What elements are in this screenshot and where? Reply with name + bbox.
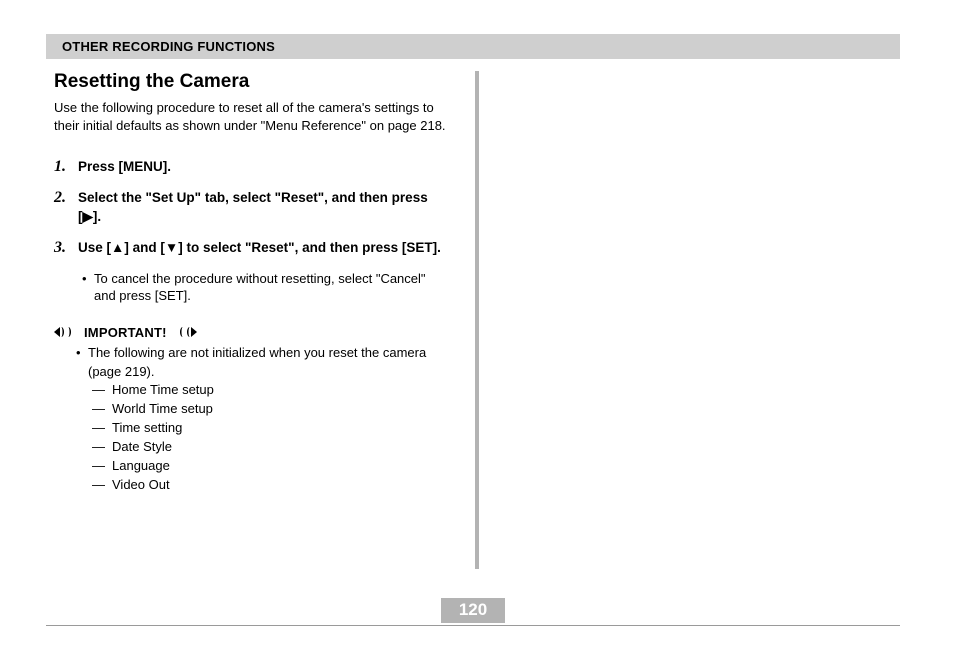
- dash-icon: —: [92, 400, 112, 419]
- emphasis-right-icon: [171, 326, 197, 338]
- bullet-icon: •: [76, 344, 88, 382]
- important-item: — Home Time setup: [92, 381, 447, 400]
- step-text: Select the "Set Up" tab, select "Reset",…: [78, 189, 447, 227]
- important-item-text: Time setting: [112, 419, 182, 438]
- step-number: 3.: [54, 239, 78, 258]
- step-3-sub-text: To cancel the procedure without resettin…: [94, 270, 447, 305]
- important-item-text: Video Out: [112, 476, 170, 495]
- important-item: — World Time setup: [92, 400, 447, 419]
- important-header: IMPORTANT!: [54, 325, 447, 340]
- important-item-text: Date Style: [112, 438, 172, 457]
- step-number: 2.: [54, 189, 78, 227]
- section-title: Resetting the Camera: [54, 71, 447, 93]
- important-lead: The following are not initialized when y…: [88, 344, 447, 382]
- important-label: IMPORTANT!: [84, 325, 167, 340]
- right-column: [479, 71, 900, 569]
- important-item-text: Home Time setup: [112, 381, 214, 400]
- content-columns: Resetting the Camera Use the following p…: [0, 71, 954, 569]
- step-text: Press [MENU].: [78, 158, 171, 177]
- important-list: • The following are not initialized when…: [76, 344, 447, 495]
- bullet-icon: •: [82, 270, 94, 305]
- important-item: — Language: [92, 457, 447, 476]
- page: OTHER RECORDING FUNCTIONS Resetting the …: [0, 0, 954, 646]
- header-title: OTHER RECORDING FUNCTIONS: [62, 39, 275, 54]
- important-lead-row: • The following are not initialized when…: [76, 344, 447, 382]
- step-3: 3. Use [▲] and [▼] to select "Reset", an…: [54, 239, 447, 258]
- left-column: Resetting the Camera Use the following p…: [54, 71, 475, 569]
- important-item: — Date Style: [92, 438, 447, 457]
- important-item-text: World Time setup: [112, 400, 213, 419]
- step-number: 1.: [54, 158, 78, 177]
- emphasis-left-icon: [54, 326, 80, 338]
- header-bar: OTHER RECORDING FUNCTIONS: [46, 34, 900, 59]
- footer: 120: [46, 598, 900, 626]
- dash-icon: —: [92, 476, 112, 495]
- important-item: — Time setting: [92, 419, 447, 438]
- section-intro: Use the following procedure to reset all…: [54, 99, 447, 134]
- important-item-text: Language: [112, 457, 170, 476]
- step-2: 2. Select the "Set Up" tab, select "Rese…: [54, 189, 447, 227]
- important-item: — Video Out: [92, 476, 447, 495]
- footer-rule: [46, 625, 900, 626]
- step-3-sub: • To cancel the procedure without resett…: [82, 270, 447, 305]
- dash-icon: —: [92, 419, 112, 438]
- step-1: 1. Press [MENU].: [54, 158, 447, 177]
- important-items: — Home Time setup — World Time setup — T…: [92, 381, 447, 494]
- dash-icon: —: [92, 457, 112, 476]
- dash-icon: —: [92, 381, 112, 400]
- page-number: 120: [441, 598, 505, 623]
- step-text: Use [▲] and [▼] to select "Reset", and t…: [78, 239, 441, 258]
- dash-icon: —: [92, 438, 112, 457]
